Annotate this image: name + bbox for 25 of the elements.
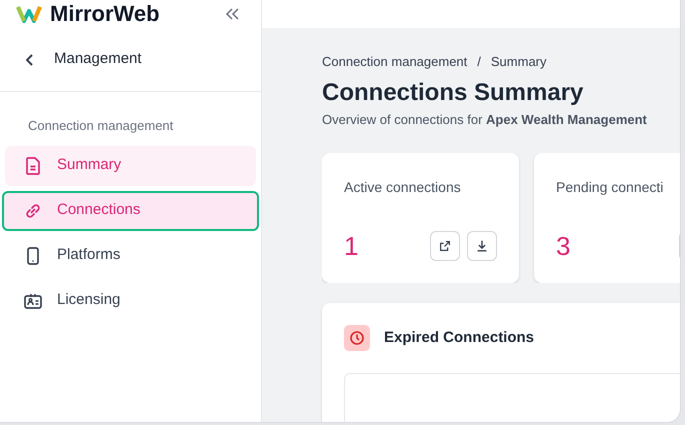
stat-value: 3	[556, 233, 570, 259]
logo-text: MirrorWeb	[50, 3, 160, 25]
sidebar-item[interactable]: Licensing	[5, 280, 256, 320]
collapse-icon[interactable]	[225, 8, 239, 20]
sidebar-item[interactable]: Summary	[5, 146, 256, 186]
breadcrumb-current: Summary	[490, 53, 547, 71]
section-label: Connection management	[27, 117, 174, 135]
document-icon	[23, 156, 43, 176]
sidebar-item[interactable]: Connections	[2, 190, 259, 230]
download-icon	[475, 239, 489, 253]
page-subtitle: Overview of connections for Apex Wealth Management	[322, 110, 648, 129]
download-button[interactable]	[467, 231, 497, 261]
chevron-left-icon	[26, 54, 34, 66]
sidebar-item[interactable]: Platforms	[5, 236, 256, 276]
logo-icon	[16, 5, 42, 23]
breadcrumb-link[interactable]: Connection management	[322, 52, 468, 72]
page-title: Connections Summary	[322, 78, 584, 108]
clock-icon	[344, 325, 370, 351]
breadcrumb-separator: /	[477, 53, 481, 71]
stat-label: Pending connecti	[556, 178, 664, 197]
panel-title: Expired Connections	[384, 328, 534, 348]
stat-label: Active connections	[344, 178, 462, 197]
stat-value: 1	[344, 233, 358, 259]
external-link-icon	[438, 239, 452, 253]
back-link[interactable]: Management	[0, 28, 261, 92]
